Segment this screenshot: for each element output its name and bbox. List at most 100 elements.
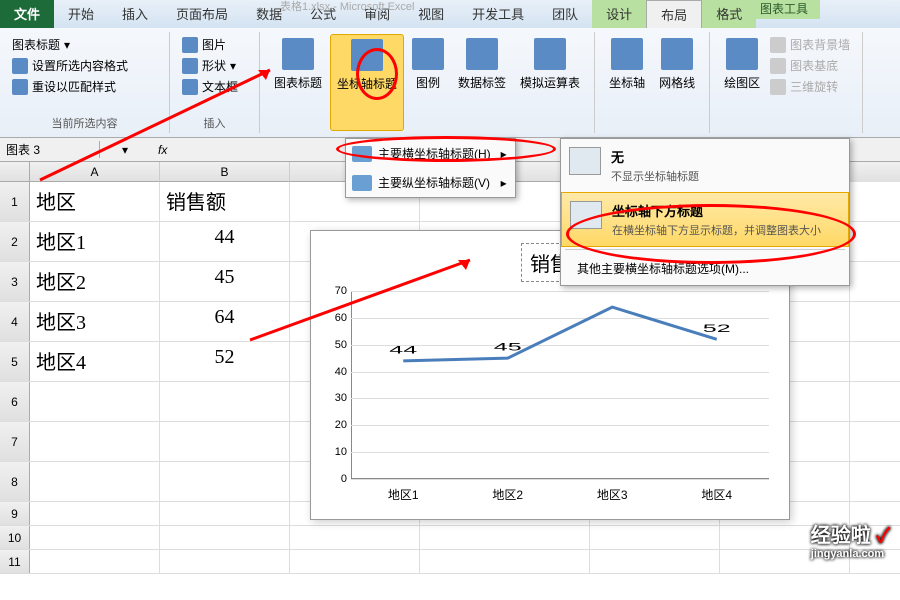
fx-label[interactable]: fx <box>150 143 175 157</box>
row-header[interactable]: 8 <box>0 462 30 501</box>
cell[interactable] <box>30 462 160 501</box>
cell[interactable] <box>160 462 290 501</box>
tab-design[interactable]: 设计 <box>592 0 646 28</box>
submenu-below-axis[interactable]: 坐标轴下方标题 在横坐标轴下方显示标题，并调整图表大小 <box>561 192 849 247</box>
row-header[interactable]: 11 <box>0 550 30 573</box>
cell[interactable]: 地区2 <box>30 262 160 301</box>
textbox-button[interactable]: 文本框 <box>178 76 251 97</box>
data-labels-button[interactable]: 数据标签 <box>452 34 512 131</box>
cell[interactable] <box>590 550 720 573</box>
cell[interactable] <box>30 502 160 525</box>
cell[interactable]: 64 <box>160 302 290 341</box>
rotation-icon <box>770 79 786 95</box>
cell[interactable] <box>160 422 290 461</box>
cell[interactable] <box>290 550 420 573</box>
row-header[interactable]: 4 <box>0 302 30 341</box>
h-axis-icon <box>352 146 372 162</box>
floor-icon <box>770 58 786 74</box>
reset-style-button[interactable]: 重设以匹配样式 <box>8 76 161 97</box>
chart-title-icon <box>282 38 314 70</box>
format-selection-button[interactable]: 设置所选内容格式 <box>8 55 161 76</box>
tab-developer[interactable]: 开发工具 <box>458 0 538 28</box>
data-table-icon <box>534 38 566 70</box>
cell[interactable] <box>290 526 420 549</box>
tab-home[interactable]: 开始 <box>54 0 108 28</box>
x-axis[interactable]: 地区1地区2地区3地区4 <box>351 486 769 503</box>
ribbon: 图表标题 ▾ 设置所选内容格式 重设以匹配样式 当前所选内容 图片 形状 ▾ 文… <box>0 28 900 138</box>
tab-page-layout[interactable]: 页面布局 <box>162 0 242 28</box>
axes-button[interactable]: 坐标轴 <box>603 34 651 131</box>
cell[interactable] <box>590 526 720 549</box>
cell[interactable] <box>160 382 290 421</box>
v-axis-icon <box>352 175 372 191</box>
chart-title-button[interactable]: 图表标题 <box>268 34 328 131</box>
reset-icon <box>12 79 28 95</box>
picture-button[interactable]: 图片 <box>178 34 251 55</box>
cell[interactable] <box>30 550 160 573</box>
tab-layout[interactable]: 布局 <box>646 0 702 28</box>
legend-icon <box>412 38 444 70</box>
col-header-a[interactable]: A <box>30 162 160 182</box>
row-header[interactable]: 6 <box>0 382 30 421</box>
cell[interactable]: 52 <box>160 342 290 381</box>
wall-icon <box>770 37 786 53</box>
axes-icon <box>611 38 643 70</box>
cell[interactable] <box>30 382 160 421</box>
below-icon <box>570 201 602 229</box>
name-box[interactable]: 图表 3 <box>0 141 100 158</box>
axis-titles-button[interactable]: 坐标轴标题 <box>330 34 404 131</box>
data-series-line[interactable]: 444552 <box>351 291 769 479</box>
cell[interactable] <box>30 526 160 549</box>
watermark: 经验啦 ✓ jingyanla.com <box>811 519 890 560</box>
axis-titles-icon <box>351 39 383 71</box>
col-header-b[interactable]: B <box>160 162 290 182</box>
cell[interactable] <box>420 526 590 549</box>
row-header[interactable]: 7 <box>0 422 30 461</box>
row-header[interactable]: 5 <box>0 342 30 381</box>
plot-area[interactable]: 010203040506070 444552 地区1地区2地区3地区4 <box>351 291 769 479</box>
submenu-more-options[interactable]: 其他主要横坐标轴标题选项(M)... <box>561 252 849 285</box>
cell[interactable] <box>30 422 160 461</box>
select-all-corner[interactable] <box>0 162 30 182</box>
gridlines-button[interactable]: 网格线 <box>653 34 701 131</box>
tab-insert[interactable]: 插入 <box>108 0 162 28</box>
horizontal-axis-title-item[interactable]: 主要横坐标轴标题(H)▸ <box>346 139 515 168</box>
rotation-3d-button: 三维旋转 <box>766 76 854 97</box>
group-labels: 图表标题 坐标轴标题 图例 数据标签 模拟运算表 <box>260 32 595 133</box>
cell[interactable]: 地区3 <box>30 302 160 341</box>
row-header[interactable]: 2 <box>0 222 30 261</box>
row-header[interactable]: 9 <box>0 502 30 525</box>
data-table-button[interactable]: 模拟运算表 <box>514 34 586 131</box>
row-header[interactable]: 1 <box>0 182 30 221</box>
tab-team[interactable]: 团队 <box>538 0 592 28</box>
none-icon <box>569 147 601 175</box>
svg-text:52: 52 <box>703 322 731 335</box>
shapes-button[interactable]: 形状 ▾ <box>178 55 251 76</box>
cell[interactable]: 销售额 <box>160 182 290 221</box>
row-header[interactable]: 10 <box>0 526 30 549</box>
submenu-none[interactable]: 无 不显示坐标轴标题 <box>561 139 849 192</box>
svg-text:44: 44 <box>389 343 417 356</box>
plot-area-button[interactable]: 绘图区 <box>718 34 766 131</box>
textbox-icon <box>182 79 198 95</box>
cell[interactable]: 地区4 <box>30 342 160 381</box>
group-label: 当前所选内容 <box>0 115 169 131</box>
plot-area-icon <box>726 38 758 70</box>
window-title: 表格1.xlsx - Microsoft Excel <box>280 0 414 14</box>
cell[interactable]: 45 <box>160 262 290 301</box>
cell[interactable] <box>160 502 290 525</box>
cell[interactable]: 44 <box>160 222 290 261</box>
cell[interactable] <box>160 550 290 573</box>
chart-element-dropdown[interactable]: 图表标题 ▾ <box>8 34 161 55</box>
separator <box>565 249 845 250</box>
legend-button[interactable]: 图例 <box>406 34 450 131</box>
cell[interactable]: 地区1 <box>30 222 160 261</box>
shapes-icon <box>182 58 198 74</box>
cell[interactable] <box>420 550 590 573</box>
tab-file[interactable]: 文件 <box>0 0 54 28</box>
y-axis[interactable]: 010203040506070 <box>321 291 349 479</box>
cell[interactable]: 地区 <box>30 182 160 221</box>
row-header[interactable]: 3 <box>0 262 30 301</box>
cell[interactable] <box>160 526 290 549</box>
vertical-axis-title-item[interactable]: 主要纵坐标轴标题(V)▸ <box>346 168 515 197</box>
